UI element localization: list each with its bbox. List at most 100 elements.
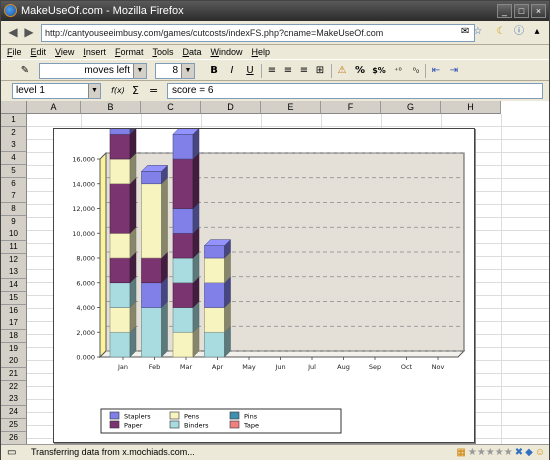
row-header[interactable]: 24 — [1, 406, 27, 420]
row-header[interactable]: 9 — [1, 215, 27, 229]
bar-segment — [141, 307, 162, 358]
row-header[interactable]: 16 — [1, 304, 27, 318]
menu-format[interactable]: Format — [115, 45, 144, 59]
x-tick-label: Jun — [274, 363, 285, 371]
brush-icon[interactable]: ✎ — [17, 63, 33, 79]
moon-icon[interactable]: ☾ — [493, 24, 509, 40]
row-header[interactable]: 20 — [1, 355, 27, 369]
x-tick-label: Apr — [212, 363, 224, 371]
menu-data[interactable]: Data — [182, 45, 201, 59]
row-header[interactable]: 2 — [1, 126, 27, 140]
row-header[interactable]: 5 — [1, 164, 27, 178]
row-header[interactable]: 6 — [1, 177, 27, 191]
column-header-g[interactable]: G — [381, 101, 441, 114]
forward-arrow-icon[interactable]: ▶ — [21, 24, 37, 40]
extension-icon[interactable]: ✖ — [515, 446, 523, 459]
minimize-button[interactable]: _ — [497, 4, 512, 18]
row-header[interactable]: 19 — [1, 342, 27, 356]
row-header[interactable]: 8 — [1, 202, 27, 216]
column-header-f[interactable]: F — [321, 101, 381, 114]
underline-button[interactable]: U — [243, 63, 257, 79]
lock-icon[interactable]: ▦ — [456, 446, 465, 459]
y-tick-label: 8,000 — [76, 255, 95, 263]
addon-icon[interactable]: ◆ — [525, 446, 533, 459]
row-header[interactable]: 13 — [1, 266, 27, 280]
menu-window[interactable]: Window — [210, 45, 242, 59]
equals-icon[interactable]: = — [149, 84, 158, 98]
decrease-decimal-icon[interactable]: ⁰₀ — [409, 63, 423, 79]
page-icon: ▭ — [7, 447, 17, 458]
column-header-d[interactable]: D — [201, 101, 261, 114]
row-header[interactable]: 4 — [1, 152, 27, 166]
address-input[interactable]: http://cantyouseeimbusy.com/games/cutcos… — [41, 24, 475, 42]
scroll-icon[interactable]: ▴ — [529, 24, 545, 40]
italic-button[interactable]: I — [225, 63, 239, 79]
rating-stars-icon[interactable]: ★★★★★ — [468, 446, 513, 459]
bar-segment — [172, 331, 194, 358]
increase-indent-icon[interactable]: ⇥ — [447, 63, 461, 79]
row-header[interactable]: 17 — [1, 317, 27, 331]
info-icon[interactable]: ⓘ — [511, 24, 527, 40]
row-header[interactable]: 26 — [1, 431, 27, 444]
row-header[interactable]: 11 — [1, 241, 27, 254]
row-header[interactable]: 18 — [1, 329, 27, 343]
stacked-bar-chart: 0.000 2,000 4,000 6,000 8,000 10,000 12,000 14,… — [72, 129, 466, 434]
decrease-indent-icon[interactable]: ⇤ — [429, 63, 443, 79]
y-tick-label: 0.000 — [76, 354, 95, 362]
increase-decimal-icon[interactable]: ⁺⁰ — [391, 63, 405, 79]
back-arrow-icon[interactable]: ◀ — [5, 24, 21, 40]
name-box[interactable]: level 1 ▼ — [12, 83, 101, 99]
bar-segment — [172, 208, 194, 234]
bookmark-star-icon[interactable]: ☆ — [473, 26, 482, 37]
bar-segment — [109, 331, 131, 358]
row-header[interactable]: 21 — [1, 368, 27, 381]
menu-tools[interactable]: Tools — [152, 45, 173, 59]
toolbar-separator — [331, 64, 332, 78]
column-header-h[interactable]: H — [441, 101, 501, 114]
bar-segment-side — [129, 177, 137, 234]
size-select[interactable]: 8 ▼ — [155, 63, 195, 79]
currency-icon[interactable]: ⚠ — [335, 63, 349, 79]
column-header-a[interactable]: A — [27, 101, 81, 114]
row-header[interactable]: 23 — [1, 393, 27, 407]
embedded-chart[interactable]: 0.000 2,000 4,000 6,000 8,000 10,000 12,000 14,… — [53, 128, 475, 443]
comma-style-button[interactable]: $% — [371, 63, 387, 79]
column-header-b[interactable]: B — [81, 101, 141, 114]
merge-cells-icon[interactable]: ⊞ — [313, 63, 327, 79]
menu-help[interactable]: Help — [252, 45, 271, 59]
row-header[interactable]: 22 — [1, 380, 27, 394]
bar-segment — [109, 307, 131, 333]
name-box-value: level 1 — [16, 85, 45, 96]
percent-button[interactable]: % — [353, 63, 367, 79]
menu-file[interactable]: File — [7, 45, 22, 59]
row-header[interactable]: 14 — [1, 279, 27, 293]
menu-insert[interactable]: Insert — [83, 45, 106, 59]
sum-icon[interactable]: Σ — [132, 84, 139, 98]
align-right-icon[interactable]: ≡ — [297, 63, 311, 79]
menu-view[interactable]: View — [55, 45, 74, 59]
row-header[interactable]: 1 — [1, 114, 27, 127]
font-select[interactable]: moves left ▼ — [39, 63, 147, 79]
legend-label: Pins — [244, 413, 258, 421]
maximize-button[interactable]: □ — [514, 4, 529, 18]
close-button[interactable]: × — [531, 4, 546, 18]
column-header-e[interactable]: E — [261, 101, 321, 114]
column-header-c[interactable]: C — [141, 101, 201, 114]
bar-segment — [204, 331, 225, 358]
bold-button[interactable]: B — [207, 63, 221, 79]
mail-icon[interactable]: ✉ — [461, 26, 469, 37]
row-header[interactable]: 7 — [1, 190, 27, 204]
row-header[interactable]: 10 — [1, 228, 27, 242]
row-header[interactable]: 3 — [1, 139, 27, 153]
row-header[interactable]: 15 — [1, 291, 27, 305]
align-left-icon[interactable]: ≡ — [265, 63, 279, 79]
formula-input[interactable]: score = 6 — [167, 83, 543, 99]
menu-edit[interactable]: Edit — [31, 45, 47, 59]
row-header[interactable]: 12 — [1, 253, 27, 267]
align-center-icon[interactable]: ≡ — [281, 63, 295, 79]
smiley-icon[interactable]: ☺ — [535, 446, 545, 459]
bar-segment-side — [161, 177, 168, 259]
select-all-corner[interactable] — [1, 101, 27, 114]
function-icon[interactable]: f(x) — [111, 84, 125, 98]
row-header[interactable]: 25 — [1, 418, 27, 432]
